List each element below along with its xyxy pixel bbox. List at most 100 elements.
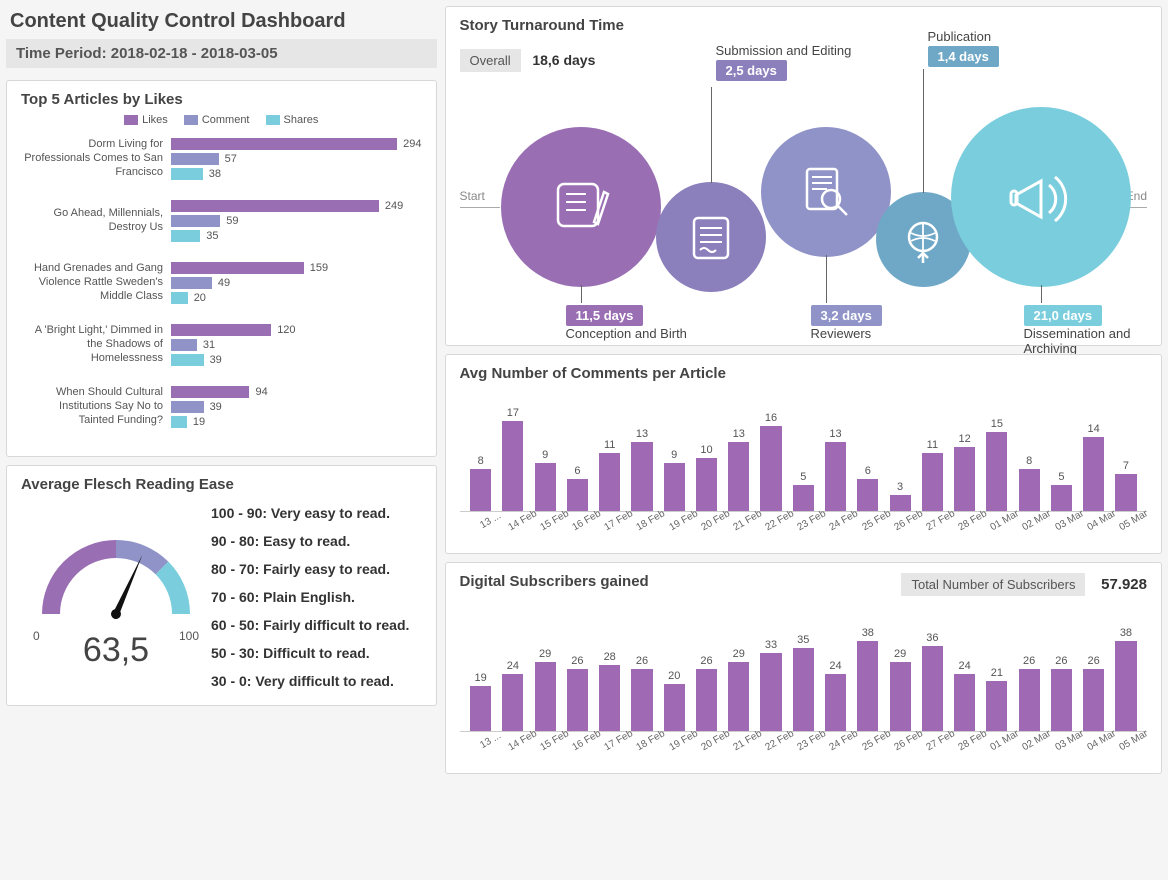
bar[interactable]: 33 <box>756 639 786 731</box>
bar[interactable]: 26 <box>1046 655 1076 731</box>
x-label: 28 Feb <box>956 728 989 754</box>
stage-value: 11,5 days <box>566 305 644 326</box>
stage-circle-submission[interactable] <box>656 182 766 292</box>
bar[interactable]: 8 <box>466 455 496 511</box>
bar[interactable]: 13 <box>724 428 754 511</box>
chart-title: Top 5 Articles by Likes <box>21 91 422 108</box>
article-row: Go Ahead, Millennials, Destroy Us 249 59… <box>21 198 422 244</box>
bar[interactable]: 6 <box>562 465 592 511</box>
bar[interactable]: 21 <box>982 667 1012 731</box>
x-label: 02 Mar <box>1020 728 1053 754</box>
bar[interactable]: 9 <box>530 449 560 511</box>
article-label: A 'Bright Light,' Dimmed in the Shadows … <box>21 324 171 365</box>
x-label: 18 Feb <box>634 508 667 534</box>
bar[interactable]: 38 <box>1111 627 1141 731</box>
bar[interactable]: 20 <box>659 670 689 731</box>
scale-item: 100 - 90: Very easy to read. <box>211 499 422 527</box>
bar[interactable]: 5 <box>1046 471 1076 511</box>
x-label: 01 Mar <box>988 728 1021 754</box>
bar[interactable]: 9 <box>659 449 689 511</box>
bar[interactable]: 26 <box>562 655 592 731</box>
total-subscribers-value: 57.928 <box>1101 576 1147 593</box>
bar[interactable]: 12 <box>949 433 979 511</box>
bar[interactable]: 7 <box>1111 460 1141 511</box>
megaphone-icon <box>1001 157 1081 237</box>
x-label: 14 Feb <box>506 728 539 754</box>
x-label: 22 Feb <box>763 508 796 534</box>
stage-circle-conception[interactable] <box>501 127 661 287</box>
gauge-min: 0 <box>33 629 40 643</box>
document-search-icon <box>797 163 855 221</box>
bar[interactable]: 14 <box>1079 423 1109 511</box>
x-label: 23 Feb <box>795 728 828 754</box>
x-label: 04 Mar <box>1085 728 1118 754</box>
x-label: 01 Mar <box>988 508 1021 534</box>
x-label: 13 ... <box>474 728 507 754</box>
bar[interactable]: 28 <box>595 651 625 731</box>
x-label: 25 Feb <box>860 728 893 754</box>
bar[interactable]: 13 <box>627 428 657 511</box>
article-row: Hand Grenades and Gang Violence Rattle S… <box>21 260 422 306</box>
x-label: 15 Feb <box>538 728 571 754</box>
bar[interactable]: 29 <box>885 648 915 731</box>
bar[interactable]: 29 <box>530 648 560 731</box>
bar[interactable]: 3 <box>885 481 915 511</box>
scale-item: 50 - 30: Difficult to read. <box>211 639 422 667</box>
bar[interactable]: 24 <box>820 660 850 731</box>
bar[interactable]: 26 <box>691 655 721 731</box>
axis-start: Start <box>460 189 485 203</box>
x-label: 13 ... <box>474 508 507 534</box>
bar[interactable]: 15 <box>982 418 1012 511</box>
bar[interactable]: 24 <box>949 660 979 731</box>
bar[interactable]: 36 <box>917 632 947 731</box>
bar[interactable]: 10 <box>691 444 721 511</box>
bar[interactable]: 35 <box>788 634 818 731</box>
x-label: 23 Feb <box>795 508 828 534</box>
bar[interactable]: 19 <box>466 672 496 731</box>
bar[interactable]: 6 <box>853 465 883 511</box>
bar[interactable]: 13 <box>820 428 850 511</box>
scale-item: 30 - 0: Very difficult to read. <box>211 667 422 695</box>
bar[interactable]: 29 <box>724 648 754 731</box>
stage-circle-reviewers[interactable] <box>761 127 891 257</box>
bar[interactable]: 26 <box>627 655 657 731</box>
bar[interactable]: 26 <box>1014 655 1044 731</box>
x-label: 20 Feb <box>699 508 732 534</box>
article-row: A 'Bright Light,' Dimmed in the Shadows … <box>21 322 422 368</box>
gauge-icon <box>31 519 201 629</box>
x-label: 28 Feb <box>956 508 989 534</box>
x-label: 05 Mar <box>1117 728 1150 754</box>
bar[interactable]: 8 <box>1014 455 1044 511</box>
bar[interactable]: 38 <box>853 627 883 731</box>
stage-value: 2,5 days <box>716 60 787 81</box>
x-label: 14 Feb <box>506 508 539 534</box>
x-label: 16 Feb <box>570 728 603 754</box>
bar[interactable]: 24 <box>498 660 528 731</box>
article-label: Dorm Living for Professionals Comes to S… <box>21 138 171 179</box>
bar[interactable]: 11 <box>917 439 947 511</box>
bar[interactable]: 16 <box>756 412 786 511</box>
globe-upload-icon <box>898 215 948 265</box>
chart-title: Story Turnaround Time <box>460 17 1148 34</box>
stage-circle-dissemination[interactable] <box>951 107 1131 287</box>
bar[interactable]: 11 <box>595 439 625 511</box>
x-label: 19 Feb <box>667 728 700 754</box>
x-label: 16 Feb <box>570 508 603 534</box>
x-label: 04 Mar <box>1085 508 1118 534</box>
x-label: 20 Feb <box>699 728 732 754</box>
bar[interactable]: 26 <box>1079 655 1109 731</box>
bar[interactable]: 17 <box>498 407 528 511</box>
stage-name: Reviewers <box>811 326 872 341</box>
flesch-card: Average Flesch Reading Ease 0 10 <box>6 465 437 706</box>
total-subscribers-label: Total Number of Subscribers <box>901 573 1085 596</box>
x-label: 27 Feb <box>924 508 957 534</box>
article-label: Hand Grenades and Gang Violence Rattle S… <box>21 262 171 303</box>
bar[interactable]: 5 <box>788 471 818 511</box>
top-articles-card: Top 5 Articles by Likes Likes Comment Sh… <box>6 80 437 457</box>
scale-item: 70 - 60: Plain English. <box>211 583 422 611</box>
chart-title: Avg Number of Comments per Article <box>460 365 1148 382</box>
flesch-scale: 100 - 90: Very easy to read.90 - 80: Eas… <box>211 499 422 695</box>
x-label: 19 Feb <box>667 508 700 534</box>
comments-card: Avg Number of Comments per Article 81796… <box>445 354 1163 554</box>
stage-value: 21,0 days <box>1024 305 1103 326</box>
